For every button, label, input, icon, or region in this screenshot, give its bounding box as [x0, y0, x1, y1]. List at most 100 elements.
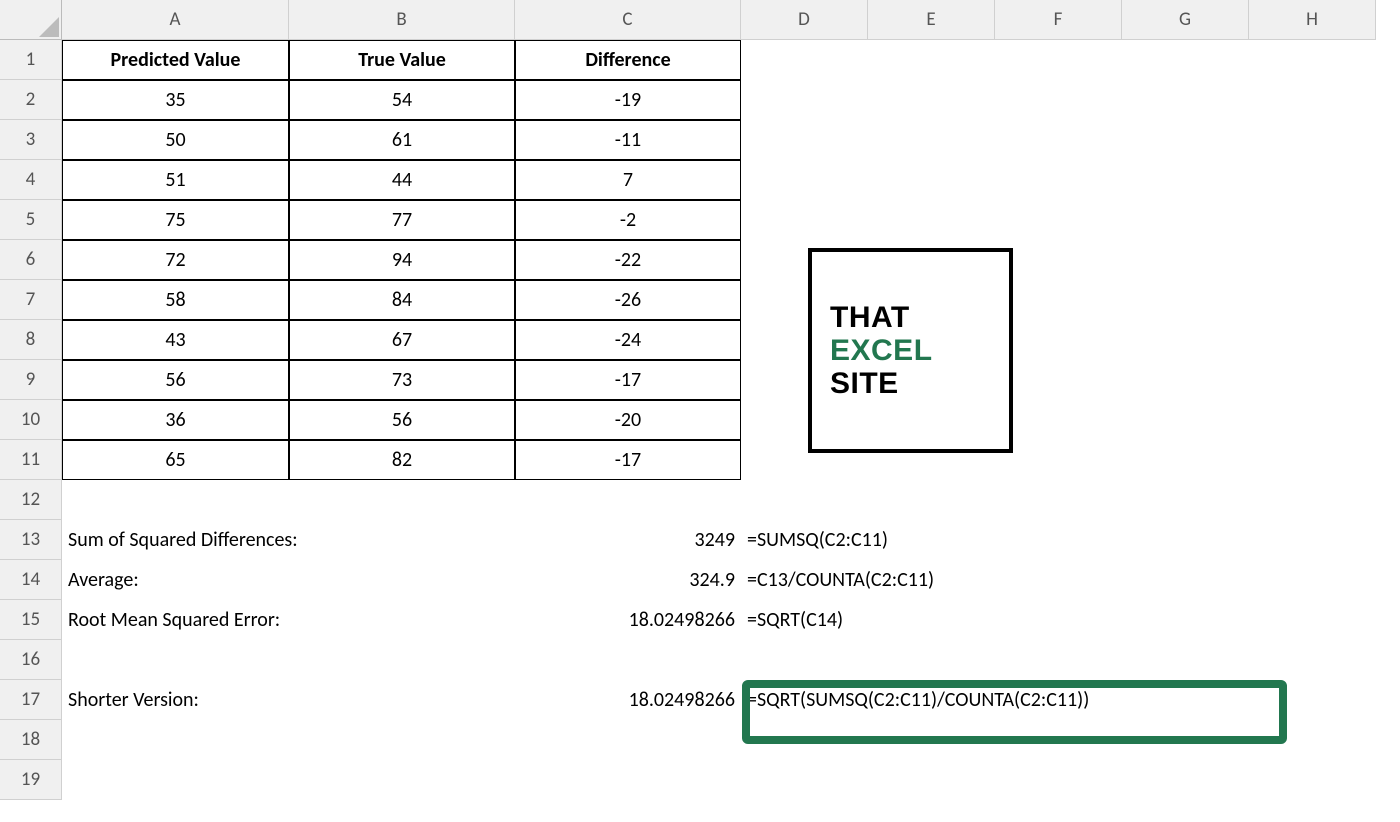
table-cell[interactable]: 58 — [62, 280, 289, 320]
cell-H4[interactable] — [1249, 160, 1376, 200]
column-header-H[interactable]: H — [1249, 0, 1376, 40]
table-cell[interactable]: -19 — [515, 80, 741, 120]
short-label[interactable]: Shorter Version: — [62, 680, 515, 720]
row-header-7[interactable]: 7 — [0, 280, 62, 320]
cell-D1[interactable] — [741, 40, 868, 80]
cell-E2[interactable] — [868, 80, 995, 120]
table-cell[interactable]: -17 — [515, 360, 741, 400]
cell-G16[interactable] — [1122, 640, 1249, 680]
cell-F12[interactable] — [995, 480, 1122, 520]
rmse-label[interactable]: Root Mean Squared Error: — [62, 600, 515, 640]
ssd-label[interactable]: Sum of Squared Differences: — [62, 520, 515, 560]
table-cell[interactable]: 94 — [289, 240, 515, 280]
cell-F16[interactable] — [995, 640, 1122, 680]
cell-A12[interactable] — [62, 480, 289, 520]
row-header-15[interactable]: 15 — [0, 600, 62, 640]
select-all-corner[interactable] — [0, 0, 62, 40]
table-cell[interactable]: 44 — [289, 160, 515, 200]
cell-E3[interactable] — [868, 120, 995, 160]
short-formula[interactable]: =SQRT(SUMSQ(C2:C11)/COUNTA(C2:C11)) — [741, 680, 1376, 720]
table-cell[interactable]: 82 — [289, 440, 515, 480]
row-header-8[interactable]: 8 — [0, 320, 62, 360]
column-header-D[interactable]: D — [741, 0, 868, 40]
row-header-3[interactable]: 3 — [0, 120, 62, 160]
cell-C12[interactable] — [515, 480, 741, 520]
cell-F10[interactable] — [995, 400, 1122, 440]
table-cell[interactable]: 56 — [62, 360, 289, 400]
cell-H2[interactable] — [1249, 80, 1376, 120]
cell-H7[interactable] — [1249, 280, 1376, 320]
cell-F11[interactable] — [995, 440, 1122, 480]
cell-H16[interactable] — [1249, 640, 1376, 680]
cell-A19[interactable] — [62, 760, 289, 800]
cell-G11[interactable] — [1122, 440, 1249, 480]
table-cell[interactable]: -11 — [515, 120, 741, 160]
row-header-16[interactable]: 16 — [0, 640, 62, 680]
row-header-14[interactable]: 14 — [0, 560, 62, 600]
table-cell[interactable]: 43 — [62, 320, 289, 360]
cell-H8[interactable] — [1249, 320, 1376, 360]
cell-G2[interactable] — [1122, 80, 1249, 120]
row-header-4[interactable]: 4 — [0, 160, 62, 200]
cell-G9[interactable] — [1122, 360, 1249, 400]
cell-F2[interactable] — [995, 80, 1122, 120]
cell-G19[interactable] — [1122, 760, 1249, 800]
cell-G15[interactable] — [1122, 600, 1249, 640]
table-cell[interactable]: -2 — [515, 200, 741, 240]
cell-F8[interactable] — [995, 320, 1122, 360]
table-cell[interactable]: -26 — [515, 280, 741, 320]
table-cell[interactable]: -24 — [515, 320, 741, 360]
table-header-true[interactable]: True Value — [289, 40, 515, 80]
cell-E5[interactable] — [868, 200, 995, 240]
row-header-18[interactable]: 18 — [0, 720, 62, 760]
table-cell[interactable]: 65 — [62, 440, 289, 480]
cell-H11[interactable] — [1249, 440, 1376, 480]
cell-E12[interactable] — [868, 480, 995, 520]
row-header-9[interactable]: 9 — [0, 360, 62, 400]
cell-G18[interactable] — [1122, 720, 1249, 760]
row-header-19[interactable]: 19 — [0, 760, 62, 800]
cell-G1[interactable] — [1122, 40, 1249, 80]
row-header-13[interactable]: 13 — [0, 520, 62, 560]
cell-G7[interactable] — [1122, 280, 1249, 320]
table-cell[interactable]: 61 — [289, 120, 515, 160]
cell-H18[interactable] — [1249, 720, 1376, 760]
table-cell[interactable]: 67 — [289, 320, 515, 360]
ssd-value[interactable]: 3249 — [515, 520, 741, 560]
ssd-formula[interactable]: =SUMSQ(C2:C11) — [741, 520, 1122, 560]
table-cell[interactable]: 35 — [62, 80, 289, 120]
cell-F1[interactable] — [995, 40, 1122, 80]
row-header-17[interactable]: 17 — [0, 680, 62, 720]
cell-A16[interactable] — [62, 640, 289, 680]
cell-D19[interactable] — [741, 760, 868, 800]
rmse-formula[interactable]: =SQRT(C14) — [741, 600, 1122, 640]
cell-D2[interactable] — [741, 80, 868, 120]
spreadsheet-grid[interactable]: ABCDEFGH1Predicted ValueTrue ValueDiffer… — [0, 0, 1400, 800]
table-cell[interactable]: 7 — [515, 160, 741, 200]
cell-D5[interactable] — [741, 200, 868, 240]
cell-G5[interactable] — [1122, 200, 1249, 240]
table-cell[interactable]: 77 — [289, 200, 515, 240]
cell-B19[interactable] — [289, 760, 515, 800]
table-cell[interactable]: 56 — [289, 400, 515, 440]
table-cell[interactable]: 73 — [289, 360, 515, 400]
avg-value[interactable]: 324.9 — [515, 560, 741, 600]
table-cell[interactable]: 54 — [289, 80, 515, 120]
cell-F19[interactable] — [995, 760, 1122, 800]
cell-F6[interactable] — [995, 240, 1122, 280]
column-header-E[interactable]: E — [868, 0, 995, 40]
cell-E4[interactable] — [868, 160, 995, 200]
cell-A18[interactable] — [62, 720, 289, 760]
cell-H6[interactable] — [1249, 240, 1376, 280]
cell-E18[interactable] — [868, 720, 995, 760]
cell-G12[interactable] — [1122, 480, 1249, 520]
cell-G10[interactable] — [1122, 400, 1249, 440]
table-cell[interactable]: 50 — [62, 120, 289, 160]
row-header-1[interactable]: 1 — [0, 40, 62, 80]
cell-D3[interactable] — [741, 120, 868, 160]
table-cell[interactable]: -22 — [515, 240, 741, 280]
cell-G3[interactable] — [1122, 120, 1249, 160]
cell-H9[interactable] — [1249, 360, 1376, 400]
rmse-value[interactable]: 18.02498266 — [515, 600, 741, 640]
cell-G14[interactable] — [1122, 560, 1249, 600]
